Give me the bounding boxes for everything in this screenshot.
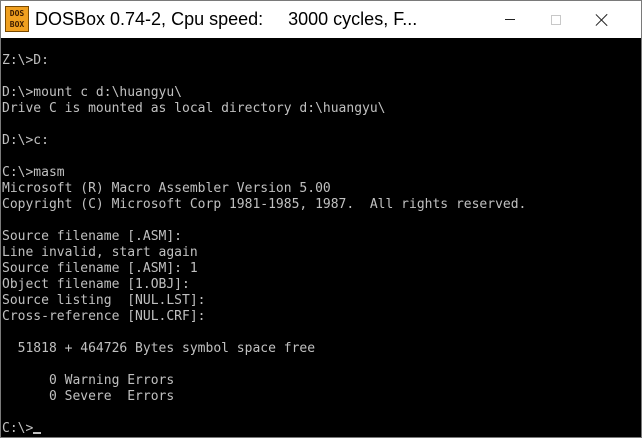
console-line: Source filename [.ASM]: [2, 229, 183, 244]
console-line: 51818 + 464726 Bytes symbol space free [2, 341, 316, 356]
console-line: Object filename [1.OBJ]: [2, 277, 190, 292]
console-prompt: C:\> [2, 421, 34, 436]
minimize-button[interactable] [487, 1, 533, 38]
maximize-button[interactable] [533, 1, 579, 38]
console-line: Drive C is mounted as local directory d:… [2, 101, 386, 116]
console-output: Z:\>D: D:\>mount c d:\huangyu\ Drive C i… [2, 53, 526, 436]
console-line: Copyright (C) Microsoft Corp 1981-1985, … [2, 197, 527, 212]
minimize-icon [505, 19, 515, 20]
console-line: D:\>mount c d:\huangyu\ [2, 85, 183, 100]
console-line: Source listing [NUL.LST]: [2, 293, 206, 308]
dosbox-window: DOS BOX DOSBox 0.74-2, Cpu speed: 3000 c… [0, 0, 642, 438]
console-prompt-line[interactable]: C:\> [2, 421, 526, 436]
console-line: Cross-reference [NUL.CRF]: [2, 309, 206, 324]
console-line: 0 Warning Errors [2, 373, 175, 388]
title-bar[interactable]: DOS BOX DOSBox 0.74-2, Cpu speed: 3000 c… [1, 1, 641, 38]
console-line: D:\>c: [2, 133, 49, 148]
dosbox-app-icon[interactable]: DOS BOX [5, 6, 29, 32]
dos-console[interactable]: Z:\>D: D:\>mount c d:\huangyu\ Drive C i… [2, 38, 640, 436]
console-line: Line invalid, start again [2, 245, 198, 260]
console-line: C:\>masm [2, 165, 65, 180]
maximize-icon [551, 14, 561, 25]
app-icon-text-bottom: BOX [9, 20, 25, 29]
close-button[interactable] [579, 1, 625, 38]
window-title: DOSBox 0.74-2, Cpu speed: 3000 cycles, F… [35, 9, 418, 29]
console-line: Microsoft (R) Macro Assembler Version 5.… [2, 181, 331, 196]
close-icon [595, 13, 609, 27]
console-line: Z:\>D: [2, 53, 49, 68]
app-icon-text-top: DOS [9, 9, 25, 18]
console-line: 0 Severe Errors [2, 389, 175, 404]
console-line: Source filename [.ASM]: 1 [2, 261, 198, 276]
text-cursor [33, 432, 42, 434]
